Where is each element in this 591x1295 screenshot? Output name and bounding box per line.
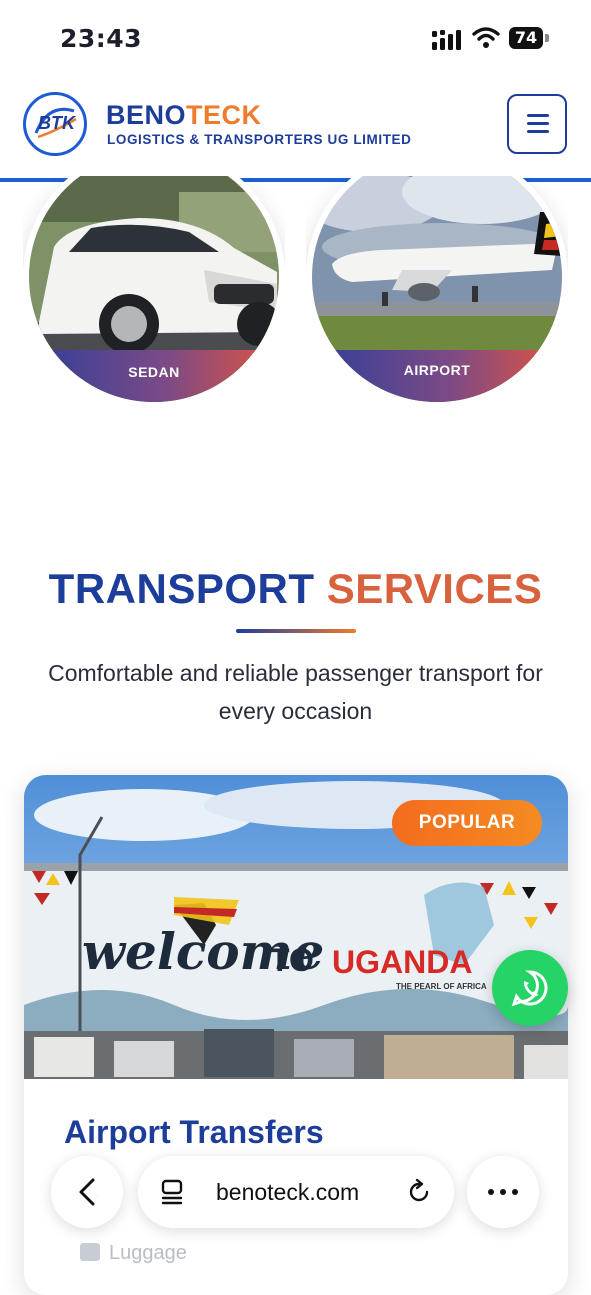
popular-badge: POPULAR <box>392 800 542 846</box>
billboard-word-to: TO <box>270 942 314 978</box>
section-subtitle: Comfortable and reliable passenger trans… <box>48 660 543 724</box>
vehicle-label-airport: AIRPORT <box>312 350 562 402</box>
brand-tagline: LOGISTICS & TRANSPORTERS UG LIMITED <box>107 132 412 147</box>
signal-icon <box>432 30 461 50</box>
service-card-title[interactable]: Airport Transfers <box>64 1114 324 1151</box>
airport-photo: AIRPORT <box>306 176 568 408</box>
hamburger-menu-icon-bar <box>527 122 549 125</box>
company-logo[interactable]: BTK <box>23 92 87 156</box>
hamburger-menu-icon <box>527 114 549 117</box>
address-bar[interactable]: benoteck.com <box>138 1156 454 1228</box>
url-text[interactable]: benoteck.com <box>216 1179 359 1206</box>
brand-name[interactable]: BENOTECK <box>106 100 262 131</box>
whatsapp-icon <box>511 970 548 1007</box>
section-title: TRANSPORT SERVICES <box>0 565 591 613</box>
wifi-icon <box>472 27 500 48</box>
whatsapp-button[interactable] <box>492 950 568 1026</box>
vehicle-card-airport[interactable]: AIRPORT <box>306 176 568 408</box>
logo-mark-icon: BTK <box>34 107 77 139</box>
hamburger-menu-icon-bar <box>527 130 549 133</box>
site-header <box>0 78 591 178</box>
luggage-info: Luggage <box>80 1242 187 1265</box>
battery-tip <box>545 34 549 42</box>
tabs-icon[interactable] <box>158 1177 188 1207</box>
menu-button[interactable] <box>507 94 567 154</box>
luggage-icon <box>80 1243 100 1261</box>
title-underline <box>236 629 356 633</box>
status-bar: 23:43 74 <box>0 0 591 78</box>
brand-name-part2: TECK <box>186 100 262 130</box>
logo-text: BTK <box>38 113 77 133</box>
vehicle-label-sedan: SEDAN <box>29 350 279 402</box>
sedan-photo: SEDAN <box>23 176 285 408</box>
battery-icon: 74 <box>509 27 543 49</box>
back-button[interactable] <box>51 1156 123 1228</box>
billboard-word-uganda: UGANDA <box>332 944 472 980</box>
section-title-part2: SERVICES <box>326 565 543 612</box>
more-options-button[interactable] <box>467 1156 539 1228</box>
reload-icon[interactable] <box>404 1177 434 1207</box>
vehicle-card-sedan[interactable]: SEDAN <box>23 176 285 408</box>
brand-name-part1: BENO <box>106 100 187 130</box>
status-time: 23:43 <box>60 24 143 53</box>
luggage-label: Luggage <box>109 1242 187 1264</box>
section-title-part1: TRANSPORT <box>48 565 315 612</box>
more-dots-icon <box>488 1189 518 1195</box>
back-chevron-icon <box>79 1178 95 1206</box>
